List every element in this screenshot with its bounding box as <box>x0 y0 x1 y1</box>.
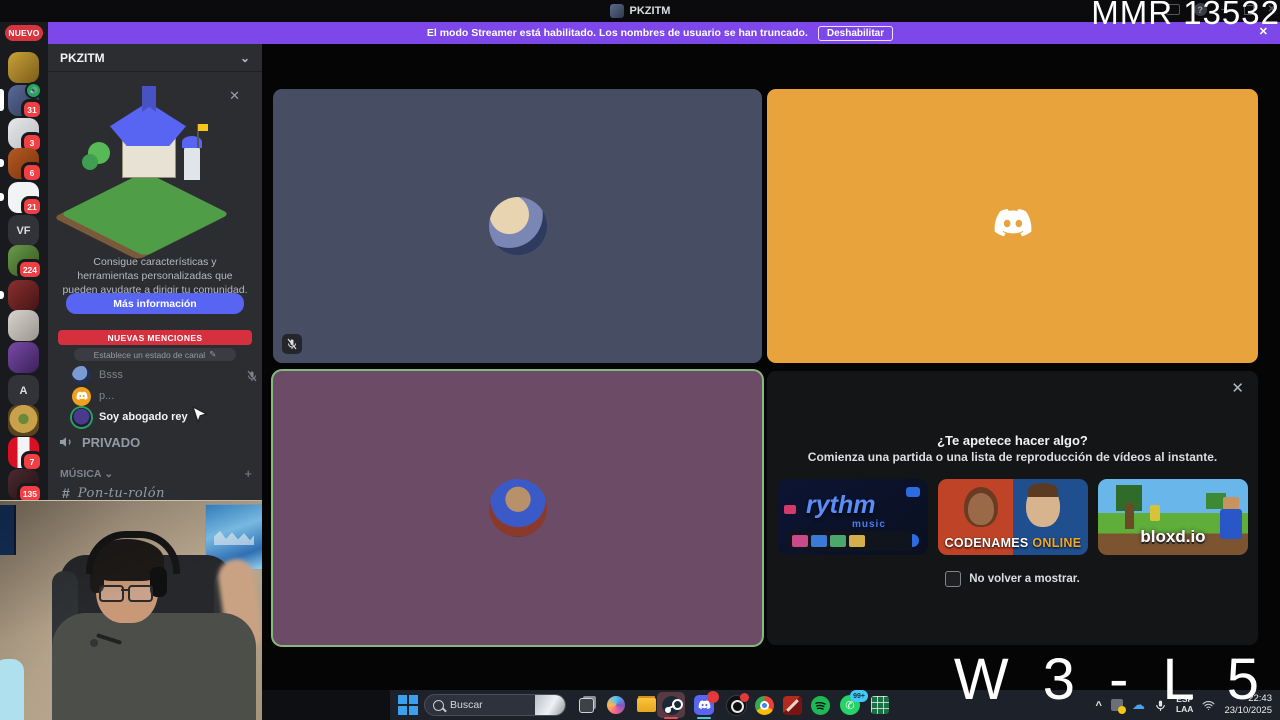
avatar <box>72 386 91 406</box>
channel-status-button[interactable]: Establece un estado de canal ✎ <box>74 348 236 361</box>
server-header[interactable]: PKZITM ⌄ <box>48 44 262 72</box>
screen: PKZITM ? ✕ El modo Streamer está habilit… <box>0 0 1280 720</box>
participant-tile-3-speaking[interactable] <box>273 371 762 645</box>
mention-badge: 21 <box>21 196 43 217</box>
activity-card-bloxd[interactable]: bloxd.io <box>1098 479 1248 555</box>
channel-privado[interactable]: PRIVADO <box>58 434 140 450</box>
avatar <box>72 365 91 385</box>
participant-tile-1[interactable] <box>273 89 762 363</box>
spreadsheet-icon[interactable] <box>868 693 892 717</box>
server-icon-5[interactable]: 224 <box>8 245 43 280</box>
community-illustration <box>60 84 230 257</box>
server-icon-active[interactable]: 🔊 31 <box>0 82 43 120</box>
server-icon-3[interactable]: 6 <box>0 148 43 183</box>
title-bar: PKZITM ? ✕ <box>0 0 1280 22</box>
rythm-screenshot <box>788 531 912 551</box>
avatar-speaking <box>72 407 91 427</box>
checkbox[interactable] <box>945 571 962 587</box>
search-icon <box>433 699 444 711</box>
copilot-icon[interactable] <box>604 693 628 717</box>
activity-card-codenames[interactable]: CODENAMES ONLINE <box>938 479 1088 555</box>
webcam-overlay <box>0 500 262 720</box>
popup-close-icon[interactable]: ✕ <box>1231 379 1244 397</box>
disable-streamer-button[interactable]: Deshabilitar <box>817 25 894 41</box>
unread-dot <box>0 291 4 299</box>
new-mentions-button[interactable]: NUEVAS MENCIONES <box>58 330 252 345</box>
mouse-cursor <box>190 405 209 431</box>
popup-subtitle: Comienza una partida o una lista de repr… <box>807 450 1218 464</box>
server-icon-a[interactable]: A <box>8 375 39 406</box>
play-icon <box>906 487 920 497</box>
mention-badge: 224 <box>16 259 43 280</box>
voice-stage: ✕ ¿Te apetece hacer algo? Comienza una p… <box>262 44 1280 690</box>
category-musica[interactable]: MÚSICA ⌄ + <box>60 466 252 481</box>
activity-card-rythm[interactable]: rythm music <box>778 479 928 555</box>
whatsapp-icon[interactable]: ✆ 99+ <box>838 690 868 717</box>
dont-show-again[interactable]: No volver a mostrar. <box>767 571 1258 587</box>
unread-dot <box>0 159 4 167</box>
voice-user-p[interactable]: p... <box>72 386 258 406</box>
discord-notification-badge <box>707 691 719 703</box>
search-highlight-image <box>535 695 565 715</box>
add-channel-icon[interactable]: + <box>244 466 252 481</box>
server-icon-peru[interactable]: 7 <box>8 437 43 472</box>
promo-text: Consigue características y herramientas … <box>62 255 248 296</box>
mic-muted-icon <box>246 369 258 382</box>
participant-tile-2[interactable] <box>767 89 1258 363</box>
chevron-down-icon: ⌄ <box>104 467 114 480</box>
more-info-button[interactable]: Más información <box>66 293 244 314</box>
mic-muted-icon <box>282 334 302 354</box>
heart-icon <box>784 505 796 514</box>
banner-message: El modo Streamer está habilitado. Los no… <box>426 27 808 39</box>
voice-activity-badge: 🔊 <box>25 82 42 99</box>
nuevo-badge: NUEVO <box>5 25 43 41</box>
voice-user-bsss[interactable]: Bsss <box>72 365 258 385</box>
chrome-icon[interactable] <box>752 693 776 717</box>
participant-avatar <box>488 197 547 255</box>
voice-user-soy-abogado-rey[interactable]: Soy abogado rey <box>72 407 258 427</box>
activity-popup: ✕ ¿Te apetece hacer algo? Comienza una p… <box>767 371 1258 645</box>
active-server-indicator <box>0 89 4 111</box>
server-icon-4[interactable]: 21 <box>0 182 43 217</box>
server-favicon <box>609 4 624 18</box>
spotify-icon[interactable] <box>808 693 832 717</box>
server-icon-2[interactable]: 3 <box>8 118 43 153</box>
server-icon-eye[interactable] <box>8 405 39 436</box>
popup-title: ¿Te apetece hacer algo? <box>937 433 1088 448</box>
score-overlay-text: W 3 - L 5 <box>953 647 1268 712</box>
mention-badge: 31 <box>21 99 43 120</box>
mmr-overlay-text: MMR 13532 <box>1091 0 1280 31</box>
file-explorer-icon[interactable] <box>634 693 658 717</box>
discord-logo-icon <box>993 208 1033 245</box>
server-icon-vf[interactable]: VF <box>8 215 39 246</box>
task-view-button[interactable] <box>574 693 598 717</box>
dota2-icon[interactable] <box>780 693 804 717</box>
steam-icon[interactable] <box>659 693 683 719</box>
taskbar-search[interactable]: Buscar <box>424 694 566 716</box>
start-button[interactable] <box>396 693 420 717</box>
chevron-down-icon: ⌄ <box>239 50 250 65</box>
obs-icon[interactable] <box>724 692 749 717</box>
pencil-icon: ✎ <box>209 349 217 359</box>
server-icon-7[interactable] <box>8 310 39 341</box>
whatsapp-badge: 99+ <box>850 690 868 702</box>
participant-avatar <box>488 479 547 537</box>
unread-dot <box>0 193 4 201</box>
speaker-icon <box>60 437 71 447</box>
server-icon-6[interactable] <box>0 280 39 311</box>
server-icon-9[interactable]: 135 <box>8 469 43 504</box>
discord-taskbar-icon[interactable] <box>692 691 719 719</box>
mention-badge: 6 <box>21 162 43 183</box>
promo-close-icon[interactable]: ✕ <box>229 88 240 104</box>
window-title: PKZITM <box>629 5 671 17</box>
channel-pon-tu-rolon[interactable]: # Pon-tu-rolón <box>62 485 165 501</box>
hash-icon: # <box>62 485 70 501</box>
server-icon-8[interactable] <box>8 342 39 373</box>
server-icon-gold[interactable] <box>8 52 39 83</box>
